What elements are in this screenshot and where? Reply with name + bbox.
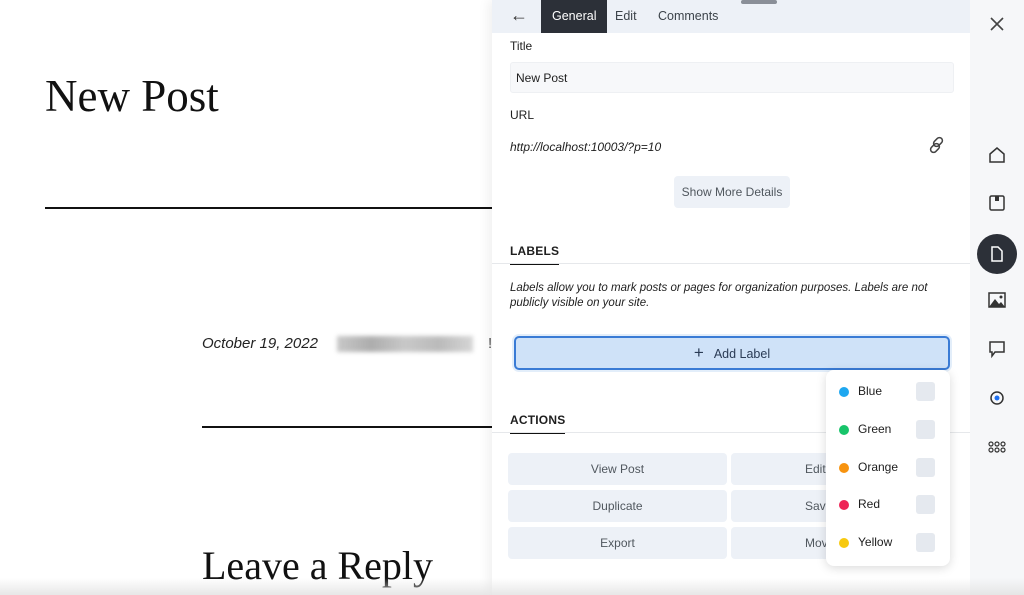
post-title: New Post <box>45 71 219 121</box>
page-icon[interactable] <box>977 234 1017 274</box>
home-icon[interactable] <box>979 137 1015 173</box>
option-label: Blue <box>858 384 883 398</box>
color-dot <box>839 387 849 397</box>
blurred-author <box>337 336 473 352</box>
divider <box>45 207 492 209</box>
color-dot <box>839 500 849 510</box>
labels-heading: LABELS <box>510 244 560 265</box>
close-icon[interactable] <box>979 6 1015 42</box>
label-option-red[interactable]: Red <box>826 486 950 524</box>
checkbox[interactable] <box>916 495 935 514</box>
title-label: Title <box>510 39 533 53</box>
url-value: http://localhost:10003/?p=10 <box>510 140 662 154</box>
plus-icon: + <box>693 343 704 362</box>
divider <box>492 263 970 264</box>
labels-description: Labels allow you to mark posts or pages … <box>510 282 928 309</box>
divider <box>202 426 492 428</box>
tab-edit[interactable]: Edit <box>604 0 648 33</box>
option-label: Yellow <box>858 535 893 549</box>
link-icon[interactable] <box>927 135 947 155</box>
right-rail <box>970 0 1024 595</box>
tab-comments[interactable]: Comments <box>647 0 729 33</box>
view-post-button[interactable]: View Post <box>508 453 727 485</box>
apps-icon[interactable] <box>979 429 1015 465</box>
color-dot <box>839 538 849 548</box>
post-date: October 19, 2022 <box>202 335 318 352</box>
option-label: Red <box>858 497 881 511</box>
url-label: URL <box>510 108 535 122</box>
label-dropdown: Blue Green Orange Red Yellow <box>826 370 950 566</box>
label-option-yellow[interactable]: Yellow <box>826 524 950 562</box>
show-more-details-button[interactable]: Show More Details <box>674 176 790 208</box>
checkbox[interactable] <box>916 420 935 439</box>
media-icon[interactable] <box>979 282 1015 318</box>
label-option-green[interactable]: Green <box>826 411 950 449</box>
checkbox[interactable] <box>916 533 935 552</box>
color-dot <box>839 463 849 473</box>
sync-icon[interactable] <box>979 380 1015 416</box>
add-label-button[interactable]: + Add Label <box>514 336 950 370</box>
bottom-shadow <box>0 578 1024 595</box>
label-option-blue[interactable]: Blue <box>826 373 950 411</box>
drag-handle[interactable] <box>741 0 777 4</box>
panel-tabbar: ← General Edit Comments <box>492 0 970 33</box>
option-label: Green <box>858 422 892 436</box>
title-input[interactable]: New Post <box>510 62 954 93</box>
label-option-orange[interactable]: Orange <box>826 449 950 487</box>
tab-general[interactable]: General <box>541 0 608 33</box>
checkbox[interactable] <box>916 458 935 477</box>
option-label: Orange <box>858 460 899 474</box>
color-dot <box>839 425 849 435</box>
comment-icon[interactable] <box>979 331 1015 367</box>
bookmark-icon[interactable] <box>979 185 1015 221</box>
back-arrow-icon[interactable]: ← <box>510 5 528 26</box>
add-label-text: Add Label <box>713 347 771 361</box>
actions-heading: ACTIONS <box>510 413 566 434</box>
duplicate-button[interactable]: Duplicate <box>508 490 727 522</box>
export-button[interactable]: Export <box>508 527 727 559</box>
checkbox[interactable] <box>916 382 935 401</box>
